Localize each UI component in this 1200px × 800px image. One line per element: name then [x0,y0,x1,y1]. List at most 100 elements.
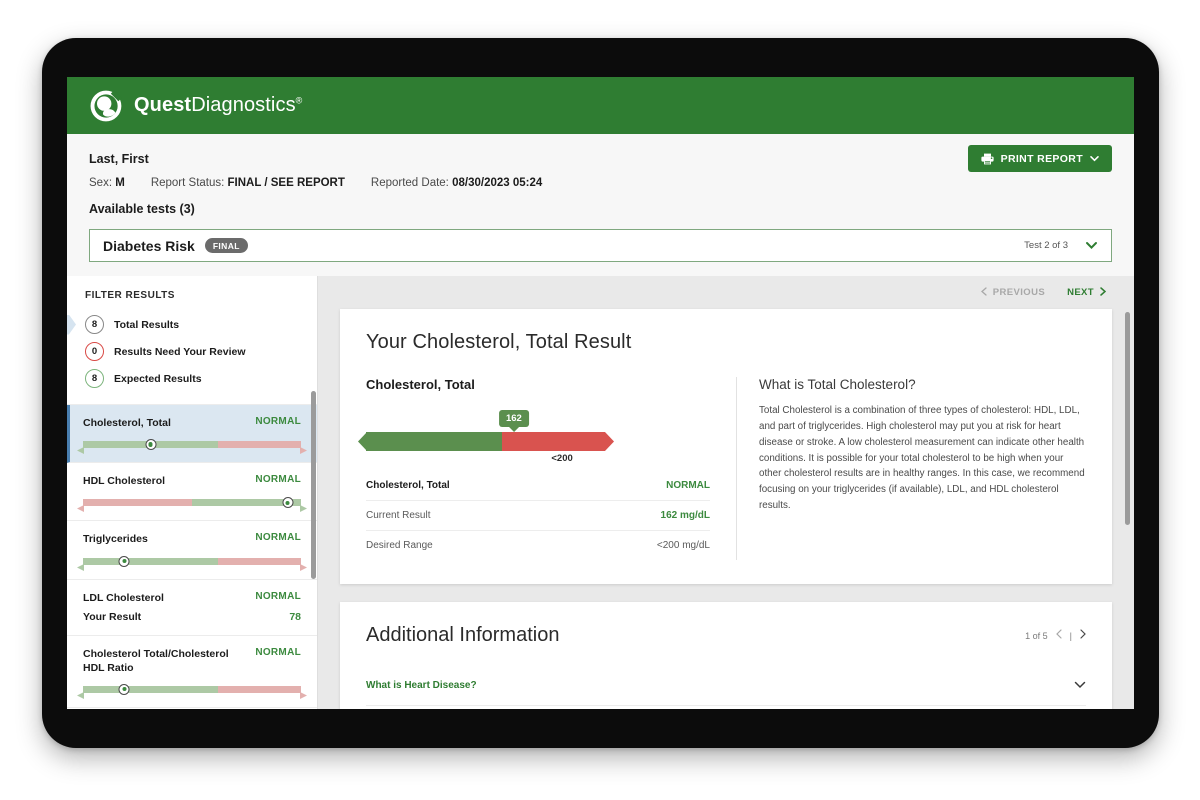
patient-name: Last, First [89,152,1112,166]
list-item-top: LDL Cholesterol NORMAL [83,591,301,605]
gauge-value-bubble: 162 [499,410,529,427]
sidebar-scrollbar[interactable] [311,391,316,579]
faq-item-heart-disease[interactable]: What is Heart Disease? [366,665,1086,706]
brand-name-light: Diagnostics [191,94,295,116]
mini-gauge [83,497,301,508]
list-item-top: HDL Cholesterol NORMAL [83,474,301,488]
gauge-marker-icon [282,497,293,508]
test-counter: Test 2 of 3 [1024,240,1068,251]
row-label: Desired Range [366,540,433,551]
row-value: <200 mg/dL [657,540,710,551]
gauge-abnormal-segment [502,432,605,451]
test-selector-right: Test 2 of 3 [1024,237,1098,255]
result-right-column: What is Total Cholesterol? Total Cholest… [737,377,1086,560]
pager-count: 1 of 5 [1025,631,1048,641]
sidebar-item-ldl-cholesterol[interactable]: LDL Cholesterol NORMAL Your Result 78 [67,580,317,636]
chevron-right-icon[interactable] [1080,629,1086,642]
sidebar-item-hdl-cholesterol[interactable]: HDL Cholesterol NORMAL [67,463,317,521]
next-result-button[interactable]: NEXT [1067,287,1106,299]
app-screen: QuestDiagnostics® Last, First Sex: M Rep… [67,77,1134,709]
gauge-track [83,558,301,565]
previous-result-button[interactable]: PREVIOUS [981,287,1045,299]
filter-label: Expected Results [114,373,202,385]
faq-list: What is Heart Disease? What are the basi… [366,665,1086,709]
chevron-left-icon[interactable] [1056,629,1062,642]
filter-count-badge: 0 [85,342,104,361]
additional-information-body: Additional Information 1 of 5 | [340,602,1112,709]
chevron-down-icon[interactable] [1085,237,1098,255]
table-row: Current Result 162 mg/dL [366,501,710,531]
patient-header: Last, First Sex: M Report Status: FINAL … [67,134,1134,216]
brand-wordmark: QuestDiagnostics® [134,94,302,117]
device-frame: QuestDiagnostics® Last, First Sex: M Rep… [42,38,1159,748]
result-table: Cholesterol, Total NORMAL Current Result… [366,478,710,560]
filter-count-badge: 8 [85,315,104,334]
sidebar-item-triglycerides[interactable]: Triglycerides NORMAL [67,521,317,579]
brand-name-bold: Quest [134,94,191,116]
additional-information-header: Additional Information 1 of 5 | [366,624,1086,647]
list-item-name: Triglycerides [83,532,148,546]
gauge-normal-segment [83,558,218,565]
sex-label: Sex: [89,177,112,189]
gauge-track [83,499,301,506]
previous-label: PREVIOUS [993,287,1045,298]
list-item-top: Cholesterol, Total NORMAL [83,416,301,430]
brand-header: QuestDiagnostics® [67,77,1134,134]
test-selector-diabetes-risk[interactable]: Diabetes Risk FINAL Test 2 of 3 [89,229,1112,262]
pager-divider: | [1070,631,1072,641]
filter-needs-review[interactable]: 0 Results Need Your Review [67,338,317,365]
test-title: Diabetes Risk [103,238,195,254]
patient-meta: Sex: M Report Status: FINAL / SEE REPORT… [89,177,1112,189]
filter-count-badge: 8 [85,369,104,388]
faq-question: What is Heart Disease? [366,680,477,691]
result-card: Your Cholesterol, Total Result Cholester… [340,309,1112,584]
chevron-right-icon [1100,287,1106,299]
reported-date: Reported Date: 08/30/2023 05:24 [371,177,542,189]
filter-expected-results[interactable]: 8 Expected Results [67,365,317,392]
gauge-abnormal-segment [218,558,301,565]
gauge-track [83,441,301,448]
list-item-top: Cholesterol Total/Cholesterol HDL Ratio … [83,647,301,675]
status-badge: NORMAL [255,591,301,602]
gauge-normal-segment [366,432,502,451]
list-item-top: Triglycerides NORMAL [83,532,301,546]
your-result-value: 78 [289,611,301,623]
mini-gauge [83,684,301,695]
chevron-down-icon[interactable] [1074,676,1086,694]
gauge-abnormal-segment [218,686,301,693]
gauge-right-cap-icon [300,441,307,448]
row-label: Current Result [366,510,430,521]
your-result-label: Your Result [83,611,141,623]
faq-item-basic-risk-factors[interactable]: What are the basic risk factors for coro… [366,706,1086,709]
row-value: NORMAL [666,480,710,491]
report-status-value: FINAL / SEE REPORT [228,177,345,189]
additional-information-pager: 1 of 5 | [1025,629,1086,647]
sidebar-item-cholesterol-total[interactable]: Cholesterol, Total NORMAL [67,405,317,463]
sidebar-item-cholesterol-hdl-ratio[interactable]: Cholesterol Total/Cholesterol HDL Ratio … [67,636,317,708]
patient-sex: Sex: M [89,177,125,189]
body-split: FILTER RESULTS 8 Total Results 0 Results… [67,276,1134,709]
gauge-marker-icon [119,684,130,695]
list-item-name: HDL Cholesterol [83,474,165,488]
info-body: Total Cholesterol is a combination of th… [759,403,1086,514]
list-item-name: Cholesterol Total/Cholesterol HDL Ratio [83,647,233,675]
main-scrollbar[interactable] [1125,312,1130,525]
reported-date-label: Reported Date: [371,177,449,189]
row-value: 162 mg/dL [661,510,710,521]
status-badge: FINAL [205,238,248,253]
additional-information-title: Additional Information [366,624,559,647]
additional-information-card: Additional Information 1 of 5 | [340,602,1112,709]
filter-label: Total Results [114,319,179,331]
gauge-right-cap-icon [300,686,307,693]
status-badge: NORMAL [255,416,301,427]
list-item-name: Cholesterol, Total [83,416,171,430]
test-selector-wrap: Diabetes Risk FINAL Test 2 of 3 [67,216,1134,276]
table-row: Cholesterol, Total NORMAL [366,478,710,501]
result-nav: PREVIOUS NEXT [318,276,1134,309]
mini-gauge [83,439,301,450]
quest-q-logo-icon [89,89,123,123]
filter-label: Results Need Your Review [114,346,246,358]
filter-total-results[interactable]: 8 Total Results [67,311,317,338]
sidebar-result-list: Cholesterol, Total NORMAL [67,404,317,708]
print-report-button[interactable]: PRINT REPORT [968,145,1112,172]
